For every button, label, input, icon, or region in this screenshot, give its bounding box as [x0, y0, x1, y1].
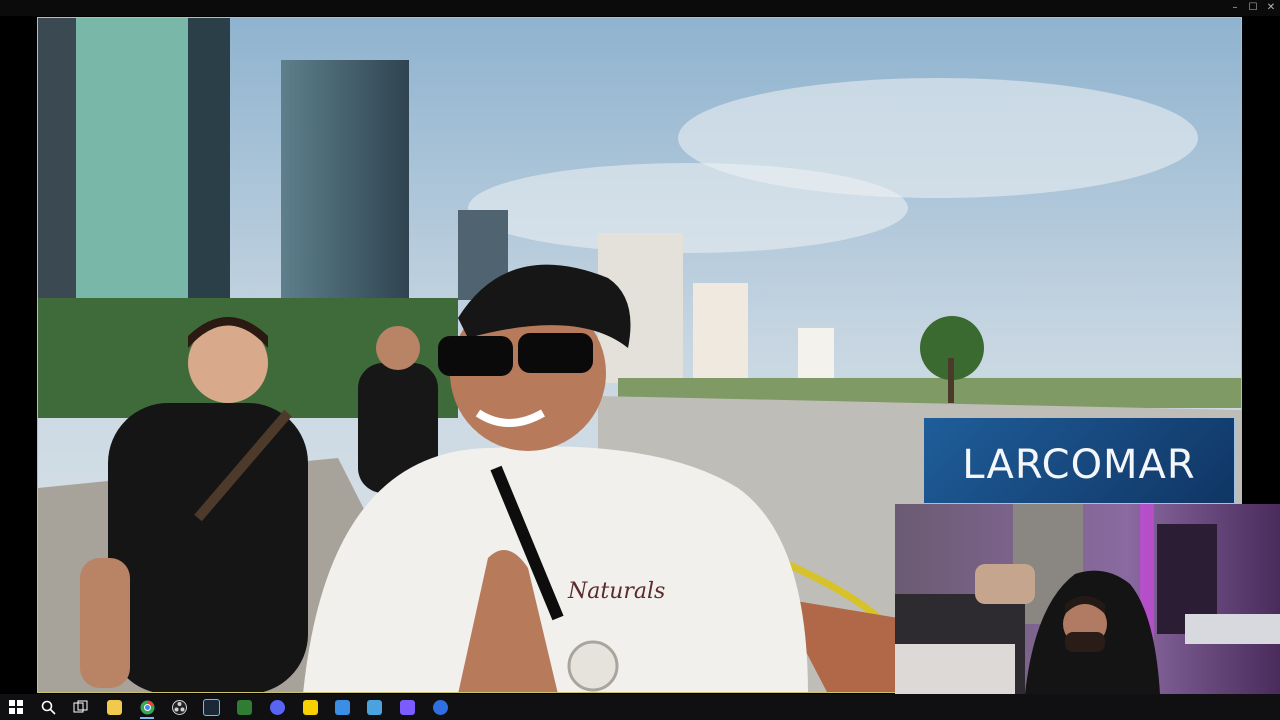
sticky-notes-icon	[302, 699, 318, 715]
obs-icon	[171, 699, 187, 715]
taskbar-account[interactable]	[424, 694, 456, 720]
grid-app-icon	[399, 699, 415, 715]
minimize-button[interactable]: –	[1226, 0, 1244, 16]
start-button[interactable]	[0, 694, 32, 720]
location-title: LARCOMAR	[962, 442, 1196, 488]
taskbar-chrome[interactable]	[131, 694, 163, 720]
file-explorer-icon	[106, 699, 122, 715]
taskbar-steam[interactable]	[195, 694, 227, 720]
task-view-icon	[73, 700, 87, 712]
calendar-icon	[334, 699, 350, 715]
taskbar-calendar[interactable]	[326, 694, 358, 720]
location-lower-third: LARCOMAR	[923, 417, 1235, 504]
document-icon	[236, 699, 252, 715]
discord-icon	[269, 699, 285, 715]
taskbar-file-explorer[interactable]	[98, 694, 130, 720]
search-icon	[41, 700, 56, 715]
webcam-scene	[895, 504, 1280, 694]
taskbar-discord[interactable]	[261, 694, 293, 720]
maximize-button[interactable]: ☐	[1244, 0, 1262, 16]
start-icon	[9, 700, 23, 714]
taskbar-document[interactable]	[228, 694, 260, 720]
steam-icon	[202, 698, 220, 716]
taskbar-obs[interactable]	[163, 694, 195, 720]
window-title-bar: – ☐ ✕	[0, 0, 1280, 16]
taskbar-grid-app[interactable]	[391, 694, 423, 720]
chrome-icon	[140, 700, 154, 714]
shirt-text: Naturals	[567, 579, 665, 604]
taskbar	[0, 694, 1280, 720]
webcam-overlay	[895, 504, 1280, 694]
taskbar-calculator[interactable]	[358, 694, 390, 720]
search-button[interactable]	[32, 694, 64, 720]
close-button[interactable]: ✕	[1262, 0, 1280, 16]
task-view-button[interactable]	[64, 694, 96, 720]
account-icon	[432, 699, 448, 715]
calculator-icon	[366, 699, 382, 715]
taskbar-sticky-notes[interactable]	[294, 694, 326, 720]
